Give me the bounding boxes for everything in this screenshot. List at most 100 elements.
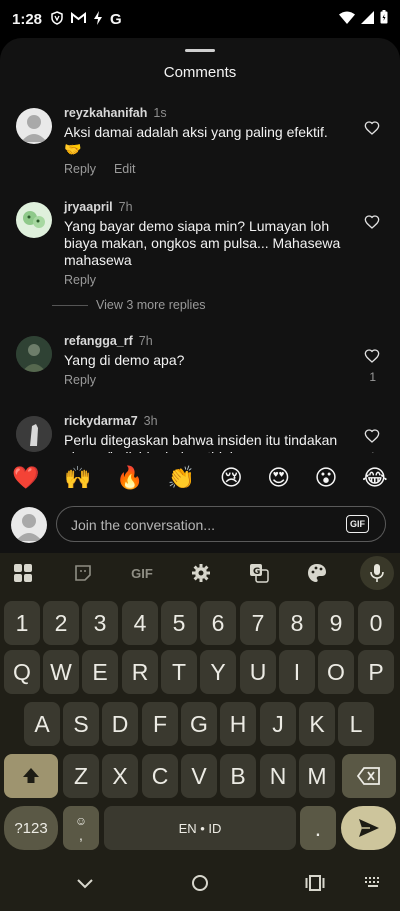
key-f[interactable]: F xyxy=(142,702,178,746)
view-more-replies-label: View 3 more replies xyxy=(96,298,206,312)
key-s[interactable]: S xyxy=(63,702,99,746)
emoji-comma-key[interactable]: ☺ , xyxy=(63,806,99,850)
theme-palette-icon[interactable] xyxy=(302,553,332,593)
reply-button[interactable]: Reply xyxy=(64,162,96,176)
backspace-key[interactable] xyxy=(342,754,396,798)
keyboard: GIF G 1 2 3 4 5 6 7 8 9 0 Q W E R T Y U … xyxy=(0,553,400,858)
shift-arrow-icon xyxy=(23,768,39,783)
key-r[interactable]: R xyxy=(122,650,158,694)
key-k[interactable]: K xyxy=(299,702,335,746)
key-4[interactable]: 4 xyxy=(122,601,158,645)
key-5[interactable]: 5 xyxy=(161,601,197,645)
key-3[interactable]: 3 xyxy=(82,601,118,645)
key-v[interactable]: V xyxy=(181,754,217,798)
like-heart-icon[interactable] xyxy=(363,120,381,141)
gif-button[interactable]: GIF xyxy=(346,515,369,533)
key-n[interactable]: N xyxy=(260,754,296,798)
key-i[interactable]: I xyxy=(279,650,315,694)
translate-icon[interactable]: G xyxy=(244,553,274,593)
key-8[interactable]: 8 xyxy=(279,601,315,645)
key-p[interactable]: P xyxy=(358,650,394,694)
comment-input[interactable]: Join the conversation... GIF xyxy=(56,506,386,542)
comment-username[interactable]: jryaapril xyxy=(64,200,113,214)
comment-timestamp: 1s xyxy=(153,106,167,120)
key-7[interactable]: 7 xyxy=(240,601,276,645)
reply-button[interactable]: Reply xyxy=(64,373,96,387)
replies-divider xyxy=(52,304,88,306)
avatar[interactable] xyxy=(16,108,52,144)
comment-text: Perlu ditegaskan bahwa insiden itu tinda… xyxy=(64,432,338,453)
keyboard-switcher-icon[interactable] xyxy=(364,876,382,895)
avatar[interactable] xyxy=(16,416,52,452)
emoji-wow-button[interactable]: 😮 xyxy=(315,465,338,491)
comment-username[interactable]: reyzkahanifah xyxy=(64,106,147,120)
keyboard-gif-button[interactable]: GIF xyxy=(124,553,160,593)
key-9[interactable]: 9 xyxy=(318,601,354,645)
comment-username[interactable]: rickydarma7 xyxy=(64,414,138,428)
avatar[interactable] xyxy=(16,202,52,238)
like-heart-icon[interactable] xyxy=(363,214,381,235)
reply-button[interactable]: Reply xyxy=(64,273,96,287)
key-b[interactable]: B xyxy=(220,754,256,798)
sheet-drag-handle[interactable] xyxy=(185,49,215,52)
emoji-clap-button[interactable]: 👏 xyxy=(168,465,195,491)
key-0[interactable]: 0 xyxy=(358,601,394,645)
emoji-heart-button[interactable]: ❤️ xyxy=(12,465,39,491)
send-key[interactable] xyxy=(341,806,396,850)
key-e[interactable]: E xyxy=(82,650,118,694)
comment-username[interactable]: refangga_rf xyxy=(64,334,133,348)
key-m[interactable]: M xyxy=(299,754,335,798)
comment-header: rickydarma7 3h xyxy=(64,414,349,428)
emoji-fire-button[interactable]: 🔥 xyxy=(116,465,143,491)
status-bar: 1:28 G xyxy=(0,0,400,38)
lightning-icon xyxy=(93,10,103,28)
key-z[interactable]: Z xyxy=(63,754,99,798)
key-2[interactable]: 2 xyxy=(43,601,79,645)
like-heart-icon[interactable] xyxy=(363,348,381,369)
battery-icon xyxy=(380,10,388,28)
key-t[interactable]: T xyxy=(161,650,197,694)
key-1[interactable]: 1 xyxy=(4,601,40,645)
comments-sheet: Comments reyzkahanifah 1s Aksi damai adal… xyxy=(0,38,400,553)
status-time: 1:28 xyxy=(12,10,43,28)
view-more-replies-button[interactable]: View 3 more replies xyxy=(52,298,206,312)
wifi-icon xyxy=(339,11,355,28)
gear-icon[interactable] xyxy=(186,553,216,593)
sticker-icon[interactable] xyxy=(68,553,98,593)
key-6[interactable]: 6 xyxy=(200,601,236,645)
key-a[interactable]: A xyxy=(24,702,60,746)
key-l[interactable]: L xyxy=(338,702,374,746)
key-g[interactable]: G xyxy=(181,702,217,746)
comment-timestamp: 7h xyxy=(138,334,153,348)
chevron-down-icon[interactable] xyxy=(75,873,95,898)
period-key[interactable]: . xyxy=(300,806,336,850)
emoji-cry-button[interactable]: 😢 xyxy=(220,465,243,491)
smiley-icon: ☺ xyxy=(74,814,88,828)
key-j[interactable]: J xyxy=(260,702,296,746)
key-h[interactable]: H xyxy=(220,702,256,746)
home-button[interactable] xyxy=(190,873,210,898)
space-key[interactable]: EN • ID xyxy=(104,806,296,850)
emoji-raised-hands-button[interactable]: 🙌 xyxy=(64,465,91,491)
key-w[interactable]: W xyxy=(43,650,79,694)
microphone-icon[interactable] xyxy=(360,556,394,590)
shift-key[interactable] xyxy=(4,754,58,798)
recents-icon[interactable] xyxy=(305,873,325,898)
key-c[interactable]: C xyxy=(142,754,178,798)
emoji-laugh-button[interactable]: 😂 xyxy=(362,465,388,491)
comment-list[interactable]: reyzkahanifah 1s Aksi damai adalah aksi y… xyxy=(0,98,400,453)
apps-grid-icon[interactable] xyxy=(8,553,38,593)
key-q[interactable]: Q xyxy=(4,650,40,694)
key-x[interactable]: X xyxy=(102,754,138,798)
symbols-key[interactable]: ?123 xyxy=(4,806,58,850)
key-d[interactable]: D xyxy=(102,702,138,746)
edit-button[interactable]: Edit xyxy=(114,162,136,176)
like-count: 1 xyxy=(369,370,376,384)
like-heart-icon[interactable] xyxy=(363,428,381,449)
sheet-title: Comments xyxy=(163,64,237,81)
key-o[interactable]: O xyxy=(318,650,354,694)
emoji-heart-eyes-button[interactable]: 😍 xyxy=(267,465,290,491)
avatar[interactable] xyxy=(16,336,52,372)
key-u[interactable]: U xyxy=(240,650,276,694)
key-y[interactable]: Y xyxy=(200,650,236,694)
